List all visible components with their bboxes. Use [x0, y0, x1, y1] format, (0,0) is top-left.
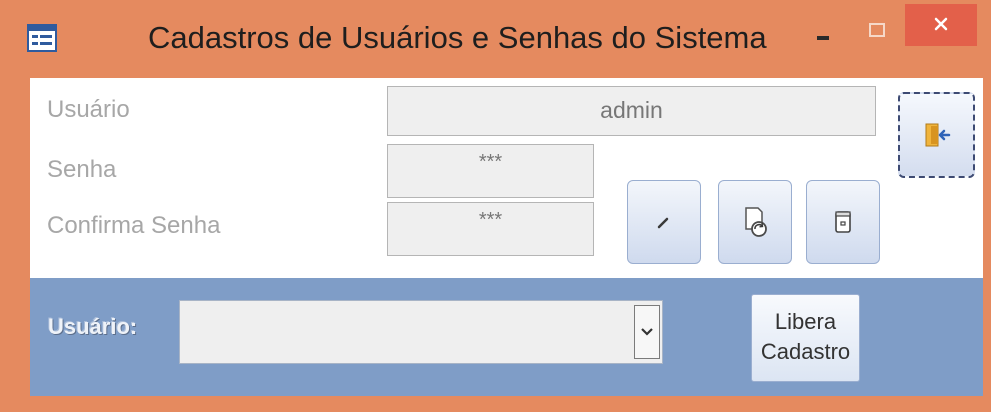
footer-section: Usuário: Libera Cadastro	[30, 278, 983, 396]
close-icon	[934, 17, 948, 31]
select-dropdown-button[interactable]	[634, 305, 660, 359]
refresh-document-button[interactable]	[718, 180, 792, 264]
edit-button[interactable]	[627, 180, 701, 264]
minimize-icon	[817, 36, 829, 40]
usuario-select[interactable]	[179, 300, 663, 364]
usuario-field[interactable]: admin	[387, 86, 876, 136]
trash-icon	[835, 211, 851, 233]
app-window: Cadastros de Usuários e Senhas do Sistem…	[0, 0, 991, 412]
exit-button[interactable]	[898, 92, 975, 178]
maximize-icon	[869, 23, 885, 37]
libera-button-line2: Cadastro	[760, 339, 851, 364]
usuario-label: Usuário	[47, 96, 130, 123]
chevron-down-icon	[641, 328, 653, 336]
form-icon	[27, 23, 57, 53]
title-bar[interactable]: Cadastros de Usuários e Senhas do Sistem…	[0, 0, 991, 78]
close-button[interactable]	[905, 4, 977, 46]
maximize-button[interactable]	[852, 10, 902, 50]
delete-button[interactable]	[806, 180, 880, 264]
libera-button-line1: Libera	[774, 309, 837, 334]
window-title: Cadastros de Usuários e Senhas do Sistem…	[148, 20, 767, 55]
form-detail-section: Usuário admin Senha *** Confirma Senha *…	[30, 78, 983, 278]
confirma-senha-label: Confirma Senha	[47, 212, 221, 239]
libera-cadastro-button[interactable]: Libera Cadastro	[751, 294, 860, 382]
senha-field[interactable]: ***	[387, 144, 594, 198]
document-refresh-icon	[745, 207, 767, 237]
minimize-button[interactable]	[797, 10, 847, 50]
pencil-icon	[657, 217, 669, 229]
senha-label: Senha	[47, 156, 117, 183]
footer-usuario-label: Usuário:	[48, 314, 138, 339]
confirma-senha-field[interactable]: ***	[387, 202, 594, 256]
exit-door-icon	[925, 123, 950, 147]
